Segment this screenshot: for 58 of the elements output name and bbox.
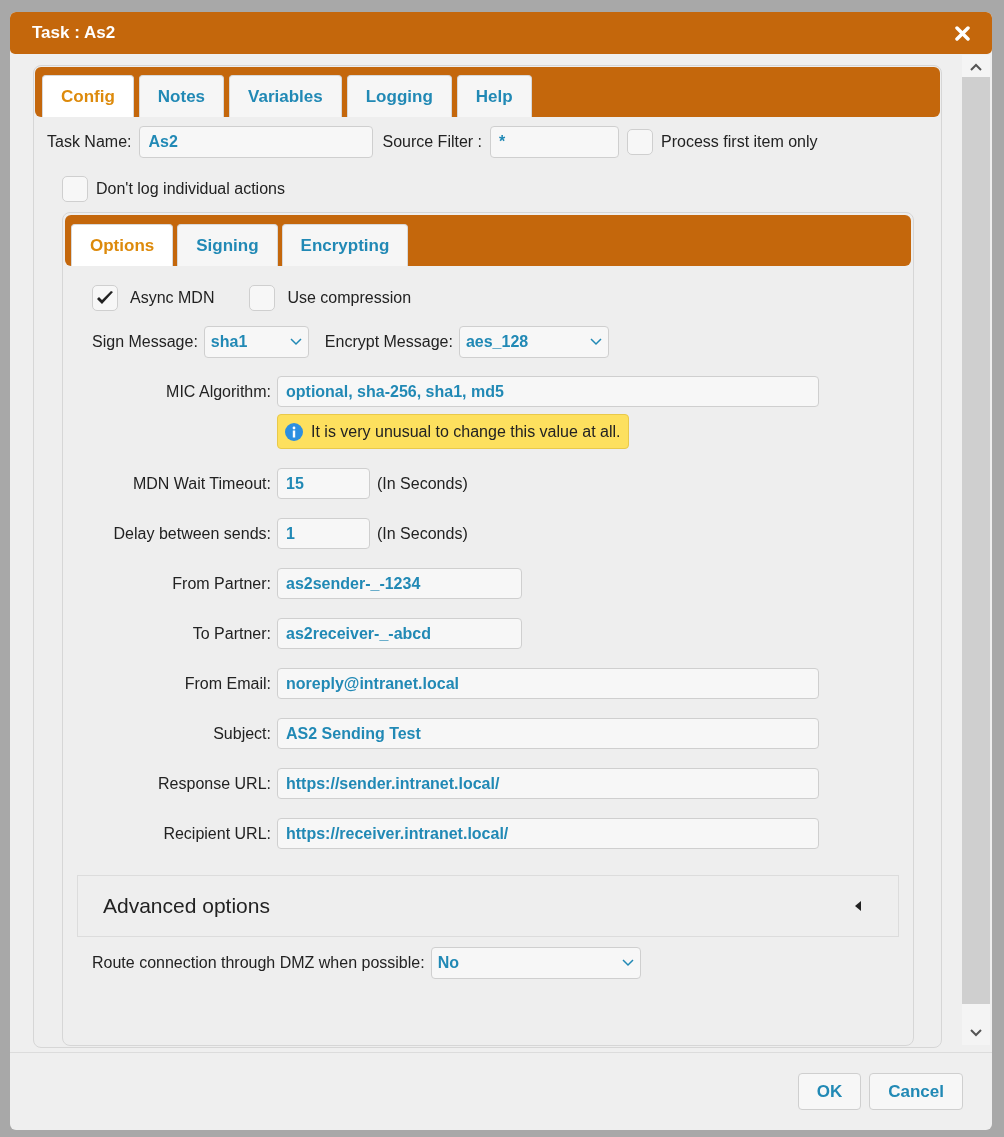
- text-field[interactable]: AS2 Sending Test: [277, 718, 819, 749]
- info-text: It is very unusual to change this value at all.: [311, 421, 621, 442]
- dialog-button[interactable]: Cancel: [869, 1073, 963, 1110]
- dialog-button[interactable]: OK: [797, 1073, 862, 1110]
- text-field[interactable]: as2sender-_-1234: [277, 568, 522, 599]
- chevron-down-icon: [289, 338, 302, 346]
- field-label: Route connection through DMZ when possible:: [92, 953, 425, 973]
- tab[interactable]: Config: [42, 75, 134, 117]
- tab[interactable]: Options: [71, 224, 174, 266]
- checkmark-icon: [96, 290, 114, 306]
- checkbox-label: Async MDN: [130, 288, 215, 308]
- field-label: From Partner:: [171, 573, 271, 594]
- checkbox[interactable]: [92, 285, 118, 311]
- text-field[interactable]: https://sender.intranet.local/: [277, 768, 819, 799]
- text-field[interactable]: https://receiver.intranet.local/: [277, 818, 819, 849]
- field-label: To Partner:: [191, 623, 271, 644]
- field-label: Encrypt Message:: [324, 332, 453, 352]
- field-label: Delay between sends:: [112, 523, 271, 544]
- text-field[interactable]: 1: [277, 518, 370, 549]
- chevron-down-icon: [621, 959, 634, 967]
- text-field[interactable]: optional, sha-256, sha1, md5: [277, 376, 819, 407]
- tab[interactable]: Help: [456, 75, 532, 117]
- source-filter-field[interactable]: *: [490, 126, 620, 158]
- field-label: Recipient URL:: [162, 823, 271, 844]
- field-label: Sign Message:: [92, 332, 198, 352]
- checkbox[interactable]: [62, 176, 88, 202]
- text-field[interactable]: noreply@intranet.local: [277, 668, 819, 699]
- close-icon[interactable]: [955, 25, 970, 41]
- checkbox-label: Use compression: [287, 288, 412, 308]
- field-label: Task Name:: [47, 132, 132, 152]
- text-field[interactable]: as2receiver-_-abcd: [277, 618, 522, 649]
- tab[interactable]: Signing: [177, 224, 278, 266]
- field-label: MIC Algorithm:: [165, 381, 271, 402]
- unit-label: (In Seconds): [377, 473, 468, 494]
- text-field[interactable]: 15: [277, 468, 370, 499]
- advanced-options-header[interactable]: Advanced options: [77, 875, 899, 937]
- checkbox[interactable]: [249, 285, 276, 311]
- field-label: Subject:: [212, 723, 271, 744]
- field-label: MDN Wait Timeout:: [131, 473, 271, 494]
- checkbox-label: Process first item only: [661, 132, 818, 152]
- tab[interactable]: Notes: [138, 75, 225, 117]
- caret-left-icon: [854, 901, 862, 911]
- unit-label: (In Seconds): [377, 523, 468, 544]
- checkbox[interactable]: [627, 129, 654, 155]
- field-label: Response URL:: [157, 773, 271, 794]
- field-label: From Email:: [183, 673, 271, 694]
- chevron-down-icon: [589, 338, 602, 346]
- encrypt-message-select[interactable]: aes_128: [458, 326, 609, 358]
- tab[interactable]: Logging: [346, 75, 452, 117]
- dmz-select[interactable]: No: [430, 947, 641, 979]
- tab[interactable]: Variables: [229, 75, 342, 117]
- tab[interactable]: Encrypting: [281, 224, 409, 266]
- sign-message-select[interactable]: sha1: [203, 326, 309, 358]
- info-icon: [285, 422, 303, 441]
- field-label: Source Filter :: [382, 132, 483, 152]
- dialog-title: Task : As2: [32, 22, 116, 45]
- task-name-field[interactable]: As2: [139, 126, 374, 158]
- checkbox-label: Don't log individual actions: [96, 179, 285, 199]
